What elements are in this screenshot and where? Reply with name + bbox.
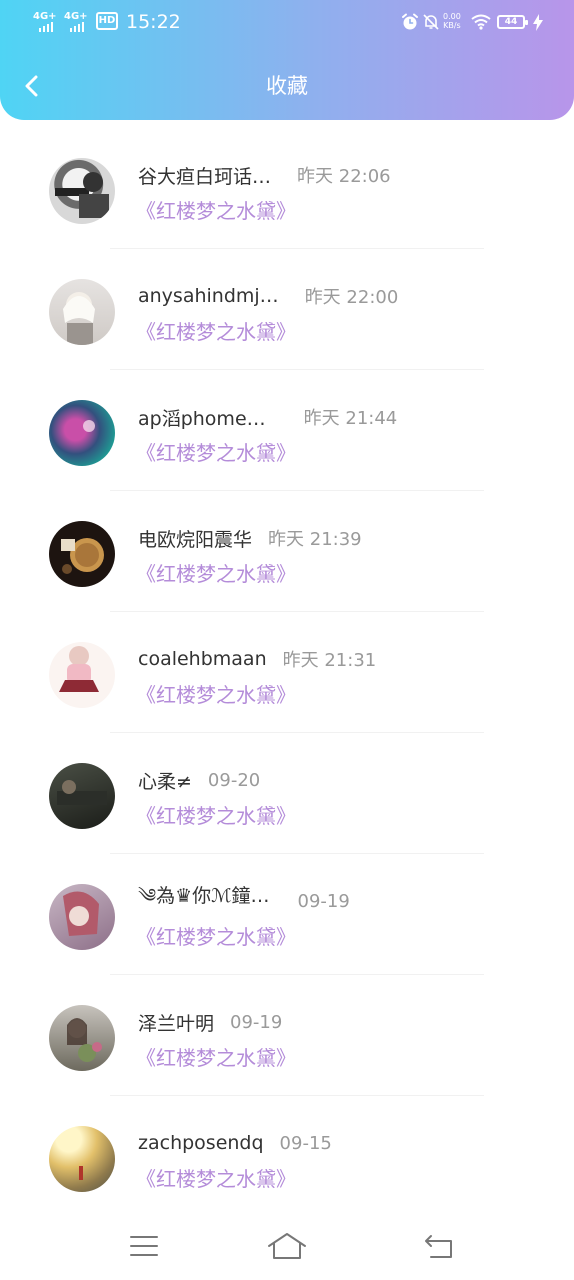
signal-label-2: 4G+ xyxy=(64,11,88,22)
avatar-image xyxy=(67,1018,102,1062)
signal-label: 4G+ xyxy=(33,11,57,22)
avatar-image xyxy=(57,780,107,805)
avatar-image xyxy=(59,646,99,692)
alarm-icon xyxy=(402,13,418,30)
avatar[interactable] xyxy=(49,642,115,708)
avatar[interactable] xyxy=(49,279,115,345)
timestamp: 09-19 xyxy=(297,890,350,912)
item-header: 心柔≠ 09-20 xyxy=(138,765,260,795)
avatar[interactable] xyxy=(49,1005,115,1071)
avatar-image xyxy=(63,891,99,936)
net-speed-unit: KB/s xyxy=(443,21,461,30)
work-title-link[interactable]: 《红楼梦之水黛》 xyxy=(136,921,296,950)
header: 4G+ 4G+ HD 15:22 0.00 KB/s 44 收藏 xyxy=(0,0,574,120)
hd-icon: HD xyxy=(96,12,118,30)
user-name[interactable]: 电欧烷阳震华 xyxy=(138,525,252,552)
user-name[interactable]: anysahindmj… xyxy=(138,285,279,307)
item-header: zachposendq 09-15 xyxy=(138,1128,332,1158)
net-speed: 0.00 KB/s xyxy=(443,12,461,30)
item-header: coalehbmaan 昨天 21:31 xyxy=(138,644,376,674)
avatar-image xyxy=(55,172,109,218)
clock: 15:22 xyxy=(126,11,181,33)
user-name[interactable]: zachposendq xyxy=(138,1132,264,1154)
avatar-image xyxy=(79,1166,83,1180)
user-name[interactable]: 谷大疸白珂话… xyxy=(138,162,271,189)
list-item[interactable]: 电欧烷阳震华 昨天 21:39 《红楼梦之水黛》 xyxy=(0,491,574,612)
item-header: ༄為♛你ℳ鐘… 09-19 xyxy=(138,885,350,916)
work-title-link[interactable]: 《红楼梦之水黛》 xyxy=(136,195,296,224)
work-title-link[interactable]: 《红楼梦之水黛》 xyxy=(136,316,296,345)
menu-button[interactable] xyxy=(122,1224,166,1268)
work-title-link[interactable]: 《红楼梦之水黛》 xyxy=(136,679,296,708)
favorites-list: 谷大疸白珂话… 昨天 22:06 《红楼梦之水黛》 anysahindmj… 昨… xyxy=(0,128,574,1217)
timestamp: 09-19 xyxy=(230,1011,283,1033)
net-speed-value: 0.00 xyxy=(443,12,461,21)
user-name[interactable]: coalehbmaan xyxy=(138,648,267,670)
return-button[interactable] xyxy=(416,1224,460,1268)
charging-icon xyxy=(533,14,543,31)
avatar-image xyxy=(83,420,95,432)
timestamp: 09-20 xyxy=(207,769,261,791)
work-title-link[interactable]: 《红楼梦之水黛》 xyxy=(136,558,296,587)
item-header: 泽兰叶明 09-19 xyxy=(138,1007,282,1037)
list-item[interactable]: ap滔phome… 昨天 21:44 《红楼梦之水黛》 xyxy=(0,370,574,491)
user-name[interactable]: ap滔phome… xyxy=(138,404,266,431)
back-button[interactable] xyxy=(14,68,50,104)
timestamp: 昨天 21:39 xyxy=(268,529,362,550)
item-header: 谷大疸白珂话… 昨天 22:06 xyxy=(138,160,391,190)
user-name[interactable]: 心柔≠ xyxy=(138,767,192,794)
avatar[interactable] xyxy=(49,763,115,829)
home-icon xyxy=(268,1233,306,1259)
item-header: anysahindmj… 昨天 22:00 xyxy=(138,281,398,311)
home-button[interactable] xyxy=(265,1224,309,1268)
menu-icon xyxy=(130,1236,158,1256)
list-item[interactable]: zachposendq 09-15 《红楼梦之水黛》 xyxy=(0,1096,574,1217)
work-title-link[interactable]: 《红楼梦之水黛》 xyxy=(136,1163,296,1192)
wifi-icon xyxy=(471,14,491,30)
page-title: 收藏 xyxy=(266,74,308,98)
signal-icon: 4G+ xyxy=(33,12,59,32)
avatar[interactable] xyxy=(49,158,115,224)
user-name[interactable]: ༄為♛你ℳ鐘… xyxy=(138,874,270,928)
title-bar: 收藏 xyxy=(0,60,574,112)
timestamp: 09-15 xyxy=(279,1132,332,1154)
system-navigation-bar xyxy=(0,1212,574,1280)
item-header: 电欧烷阳震华 昨天 21:39 xyxy=(138,523,362,553)
avatar[interactable] xyxy=(49,884,115,950)
list-item[interactable]: anysahindmj… 昨天 22:00 《红楼梦之水黛》 xyxy=(0,249,574,370)
status-bar: 4G+ 4G+ HD 15:22 0.00 KB/s 44 xyxy=(0,0,574,44)
work-title-link[interactable]: 《红楼梦之水黛》 xyxy=(136,1042,296,1071)
work-title-link[interactable]: 《红楼梦之水黛》 xyxy=(136,800,296,829)
return-icon xyxy=(425,1235,452,1258)
chevron-left-icon xyxy=(25,75,38,97)
avatar[interactable] xyxy=(49,1126,115,1192)
signal-icon-2: 4G+ xyxy=(64,12,90,32)
timestamp: 昨天 21:44 xyxy=(303,408,398,429)
user-name[interactable]: 泽兰叶明 xyxy=(138,1009,214,1036)
list-item[interactable]: 谷大疸白珂话… 昨天 22:06 《红楼梦之水黛》 xyxy=(0,128,574,249)
item-header: ap滔phome… 昨天 21:44 xyxy=(138,402,397,432)
mute-icon xyxy=(423,14,439,30)
list-item[interactable]: ༄為♛你ℳ鐘… 09-19 《红楼梦之水黛》 xyxy=(0,854,574,975)
list-item[interactable]: coalehbmaan 昨天 21:31 《红楼梦之水黛》 xyxy=(0,612,574,733)
avatar-image xyxy=(61,538,104,574)
work-title-link[interactable]: 《红楼梦之水黛》 xyxy=(136,437,296,466)
timestamp: 昨天 22:06 xyxy=(297,166,391,187)
timestamp: 昨天 22:00 xyxy=(304,287,399,308)
battery-icon: 44 xyxy=(497,15,528,29)
avatar[interactable] xyxy=(49,400,115,466)
list-item[interactable]: 心柔≠ 09-20 《红楼梦之水黛》 xyxy=(0,733,574,854)
list-item[interactable]: 泽兰叶明 09-19 《红楼梦之水黛》 xyxy=(0,975,574,1096)
avatar-image xyxy=(63,292,95,345)
timestamp: 昨天 21:31 xyxy=(282,650,377,671)
avatar[interactable] xyxy=(49,521,115,587)
